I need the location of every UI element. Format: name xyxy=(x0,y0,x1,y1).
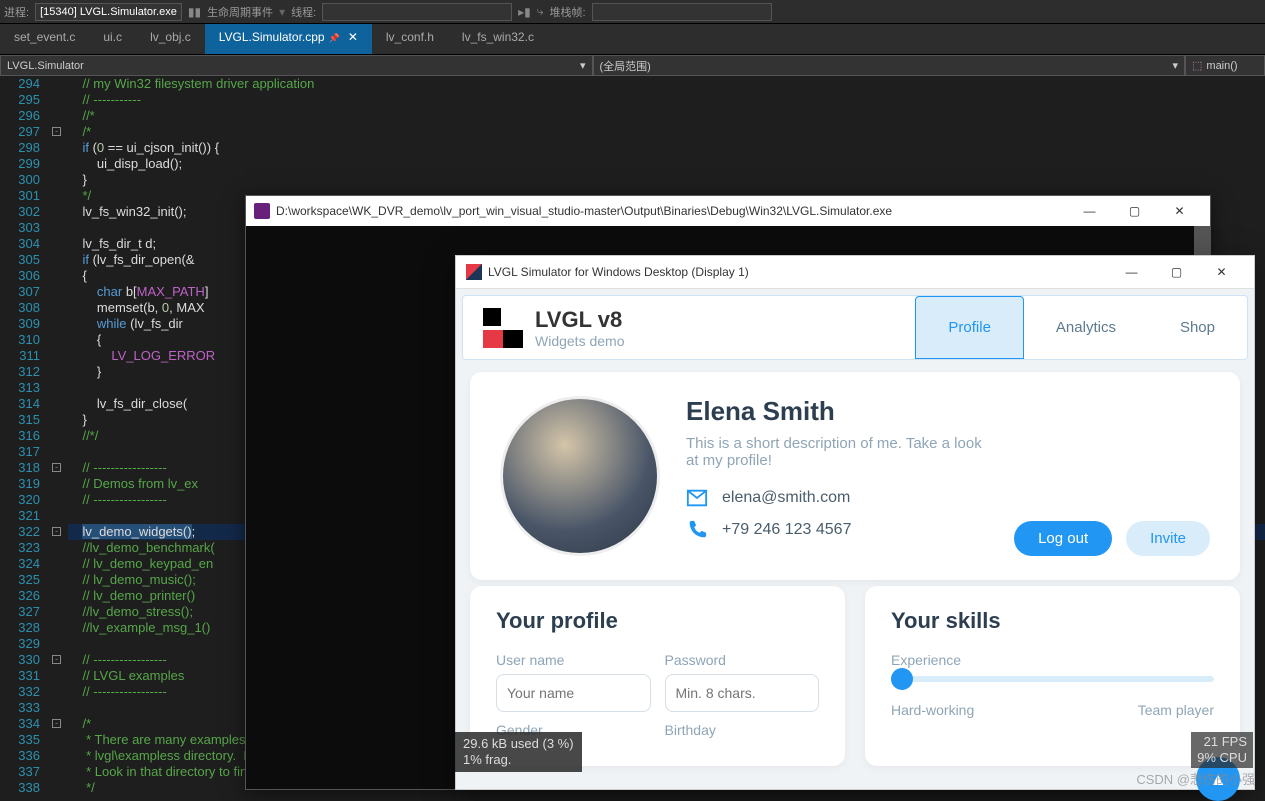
lvgl-logo-icon xyxy=(483,308,523,348)
simulator-window: LVGL Simulator for Windows Desktop (Disp… xyxy=(455,255,1255,790)
file-tab[interactable]: set_event.c xyxy=(0,24,89,54)
memory-overlay: 29.6 kB used (3 %) 1% frag. xyxy=(455,732,582,772)
lifecycle-label: 生命周期事件 xyxy=(207,4,273,20)
pause-icon[interactable]: ▮▮ xyxy=(188,5,201,19)
close-tab-icon[interactable]: ✕ xyxy=(348,30,358,44)
debug-toolbar: 进程: [15340] LVGL.Simulator.exe ▮▮ 生命周期事件… xyxy=(0,0,1265,24)
close-button[interactable]: ✕ xyxy=(1157,197,1202,225)
app-header: LVGL v8 Widgets demo Profile Analytics S… xyxy=(462,295,1248,360)
simulator-logo-icon xyxy=(466,264,482,280)
line-gutter: 294 295 296 297 298 299 300 301 302 303 … xyxy=(0,76,48,792)
hardworking-label: Hard-working xyxy=(891,702,974,718)
phone-icon xyxy=(686,519,708,541)
thread-label: 线程: xyxy=(291,4,316,20)
profile-description: This is a short description of me. Take … xyxy=(686,435,988,469)
thread-dropdown[interactable] xyxy=(322,3,512,21)
maximize-button[interactable]: ▢ xyxy=(1112,197,1157,225)
password-label: Password xyxy=(665,652,820,668)
brand-title: LVGL v8 xyxy=(535,307,624,333)
file-tab-strip: set_event.cui.clv_obj.cLVGL.Simulator.cp… xyxy=(0,24,1265,54)
scope-dropdown-mid[interactable]: (全局范围)▾ xyxy=(593,55,1186,76)
file-tab[interactable]: LVGL.Simulator.cpp📌✕ xyxy=(205,24,372,54)
teamplayer-label: Team player xyxy=(1138,702,1214,718)
process-label: 进程: xyxy=(4,4,29,20)
scope-dropdown-left[interactable]: LVGL.Simulator▾ xyxy=(0,55,593,76)
simulator-body: LVGL v8 Widgets demo Profile Analytics S… xyxy=(456,288,1254,789)
minimize-button[interactable]: — xyxy=(1067,197,1112,225)
your-skills-title: Your skills xyxy=(891,608,1214,634)
process-dropdown[interactable]: [15340] LVGL.Simulator.exe xyxy=(35,3,182,21)
file-tab[interactable]: lv_obj.c xyxy=(136,24,205,54)
flag-icon[interactable]: ▸▮ xyxy=(518,5,531,19)
brand-subtitle: Widgets demo xyxy=(535,333,624,349)
sim-maximize-button[interactable]: ▢ xyxy=(1154,258,1199,286)
cube-icon: ⬚ xyxy=(1192,59,1202,72)
stackframe-dropdown[interactable] xyxy=(592,3,772,21)
sim-minimize-button[interactable]: — xyxy=(1109,258,1154,286)
file-tab[interactable]: ui.c xyxy=(89,24,136,54)
stackframe-label: 堆栈帧: xyxy=(550,4,586,20)
console-titlebar[interactable]: D:\workspace\WK_DVR_demo\lv_port_win_vis… xyxy=(246,196,1210,226)
fps-overlay: 21 FPS 9% CPU xyxy=(1191,732,1253,768)
watermark: CSDN @悲伤的小强 xyxy=(1136,769,1255,788)
tab-analytics[interactable]: Analytics xyxy=(1024,296,1148,359)
tab-shop[interactable]: Shop xyxy=(1148,296,1247,359)
lifecycle-dropdown[interactable]: ▾ xyxy=(279,5,285,19)
experience-label: Experience xyxy=(891,652,1214,668)
file-tab[interactable]: lv_conf.h xyxy=(372,24,448,54)
email-icon xyxy=(686,487,708,509)
avatar xyxy=(500,396,660,556)
logout-button[interactable]: Log out xyxy=(1014,521,1112,556)
username-label: User name xyxy=(496,652,651,668)
experience-slider[interactable] xyxy=(891,676,1214,682)
console-title-text: D:\workspace\WK_DVR_demo\lv_port_win_vis… xyxy=(276,204,892,218)
nav-tabs: Profile Analytics Shop xyxy=(915,296,1247,359)
editor-nav-bar: LVGL.Simulator▾ (全局范围)▾ ⬚main() xyxy=(0,54,1265,76)
profile-phone: +79 246 123 4567 xyxy=(722,521,851,539)
function-dropdown[interactable]: ⬚main() xyxy=(1185,55,1265,76)
birthday-label: Birthday xyxy=(665,722,820,738)
password-input[interactable] xyxy=(665,674,820,712)
brand: LVGL v8 Widgets demo xyxy=(463,307,644,349)
profile-email: elena@smith.com xyxy=(722,489,850,507)
file-tab[interactable]: lv_fs_win32.c xyxy=(448,24,548,54)
profile-name: Elena Smith xyxy=(686,396,988,427)
sim-close-button[interactable]: ✕ xyxy=(1199,258,1244,286)
console-app-icon xyxy=(254,203,270,219)
your-skills-card: Your skills Experience Hard-working Team… xyxy=(865,586,1240,766)
simulator-title-text: LVGL Simulator for Windows Desktop (Disp… xyxy=(488,265,749,279)
tab-profile[interactable]: Profile xyxy=(915,296,1024,359)
your-profile-title: Your profile xyxy=(496,608,819,634)
simulator-titlebar[interactable]: LVGL Simulator for Windows Desktop (Disp… xyxy=(456,256,1254,288)
username-input[interactable] xyxy=(496,674,651,712)
fold-column: ----- xyxy=(48,76,68,792)
profile-card: Elena Smith This is a short description … xyxy=(470,372,1240,580)
invite-button[interactable]: Invite xyxy=(1126,521,1210,556)
step-icon[interactable]: ⤷ xyxy=(537,4,544,19)
